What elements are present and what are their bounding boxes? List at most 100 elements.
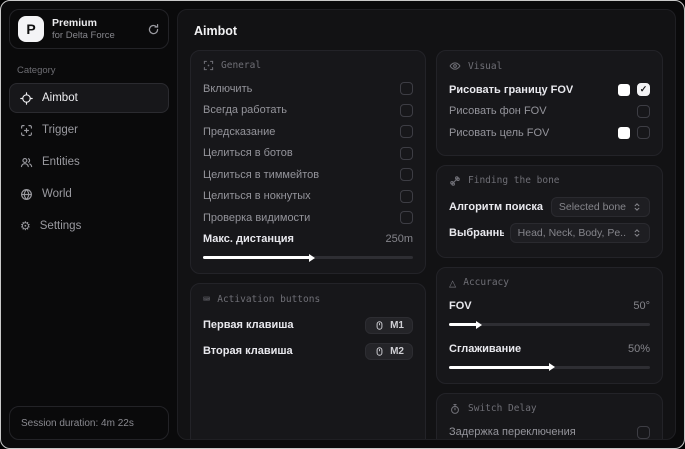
checkbox-always-work[interactable] bbox=[400, 103, 413, 117]
slider-value: 250m bbox=[385, 233, 413, 246]
session-duration: Session duration: 4m 22s bbox=[9, 406, 169, 440]
app-logo: P bbox=[18, 16, 44, 42]
sidebar-nav: Aimbot Trigger Entities World ⚙ Settings bbox=[9, 83, 169, 241]
triangle-icon: △ bbox=[449, 275, 457, 290]
app-window: P Premium for Delta Force Category Aimbo… bbox=[0, 0, 685, 449]
max-distance-slider[interactable] bbox=[203, 253, 413, 262]
setting-label: Первая клавиша bbox=[203, 319, 294, 331]
sidebar-item-trigger[interactable]: Trigger bbox=[9, 115, 169, 145]
setting-row: Вторая клавиша M2 bbox=[203, 338, 413, 364]
card-title: Switch Delay bbox=[468, 403, 537, 414]
selected-value: Selected bone bbox=[558, 200, 626, 213]
card-title: Visual bbox=[468, 60, 503, 72]
checkbox-draw-fov-background[interactable] bbox=[637, 104, 650, 118]
checkbox-target-bots[interactable] bbox=[400, 146, 413, 160]
card-title: General bbox=[221, 60, 262, 71]
stopwatch-icon bbox=[449, 403, 461, 415]
crosshair-icon bbox=[20, 91, 33, 105]
sidebar: P Premium for Delta Force Category Aimbo… bbox=[1, 1, 177, 448]
logo-card: P Premium for Delta Force bbox=[9, 9, 169, 49]
sidebar-item-label: World bbox=[42, 188, 72, 200]
setting-label: FOV bbox=[449, 300, 472, 313]
card-visual: Visual Рисовать границу FOV Рисовать фон… bbox=[436, 50, 663, 156]
setting-label: Целиться в ботов bbox=[203, 147, 293, 160]
setting-row: Рисовать фон FOV bbox=[449, 101, 650, 123]
setting-row: Алгоритм поиска костей Selected bone bbox=[449, 194, 650, 220]
setting-row: Целиться в ботов bbox=[203, 143, 413, 165]
unfold-icon bbox=[632, 202, 642, 212]
sidebar-item-world[interactable]: World bbox=[9, 179, 169, 209]
checkbox-visibility-check[interactable] bbox=[400, 211, 413, 225]
setting-row: Сглаживание 50% bbox=[449, 338, 650, 360]
card-switch-delay: Switch Delay Задержка переключения Задер… bbox=[436, 392, 663, 440]
checkbox-enable[interactable] bbox=[400, 82, 413, 96]
unfold-icon bbox=[632, 228, 642, 238]
checkbox-draw-fov-border[interactable] bbox=[637, 83, 650, 97]
fov-border-color-swatch[interactable] bbox=[618, 83, 630, 96]
card-title: Finding the bone bbox=[468, 175, 560, 186]
sidebar-item-label: Trigger bbox=[42, 124, 78, 136]
selected-bones-select[interactable]: Head, Neck, Body, Pe.. bbox=[509, 222, 650, 243]
setting-label: Рисовать границу FOV bbox=[449, 83, 574, 96]
entities-icon bbox=[20, 156, 33, 169]
checkbox-switch-delay[interactable] bbox=[637, 425, 650, 439]
setting-row: Включить bbox=[203, 78, 413, 100]
sidebar-item-entities[interactable]: Entities bbox=[9, 147, 169, 177]
setting-label: Вторая клавиша bbox=[203, 345, 293, 357]
setting-row: FOV 50° bbox=[449, 296, 650, 318]
refresh-icon[interactable] bbox=[147, 23, 160, 36]
setting-label: Проверка видимости bbox=[203, 211, 311, 224]
checkbox-target-teammates[interactable] bbox=[400, 168, 413, 182]
sidebar-item-label: Aimbot bbox=[42, 92, 78, 104]
fov-target-color-swatch[interactable] bbox=[618, 126, 630, 139]
globe-icon bbox=[20, 188, 33, 201]
keybind-secondary-button[interactable]: M2 bbox=[365, 342, 413, 360]
category-label: Category bbox=[17, 65, 56, 76]
card-title: Activation buttons bbox=[217, 293, 321, 305]
setting-label: Задержка переключения bbox=[449, 426, 576, 439]
card-activation-buttons: ⌨ Activation buttons Первая клавиша M1 В… bbox=[190, 283, 426, 439]
setting-label: Макс. дистанция bbox=[203, 233, 294, 246]
card-accuracy: △ Accuracy FOV 50° Сглаживание 50% bbox=[436, 266, 663, 384]
setting-label: Рисовать цель FOV bbox=[449, 126, 550, 139]
card-finding-bone: Finding the bone Алгоритм поиска костей … bbox=[436, 164, 663, 258]
page-title: Aimbot bbox=[194, 24, 238, 38]
setting-label: Всегда работать bbox=[203, 104, 288, 117]
setting-label: Включить bbox=[203, 82, 253, 95]
sidebar-item-label: Entities bbox=[42, 156, 80, 168]
checkbox-prediction[interactable] bbox=[400, 125, 413, 139]
keybind-primary-button[interactable]: M1 bbox=[365, 316, 413, 334]
slider-value: 50% bbox=[627, 342, 650, 355]
mouse-icon bbox=[374, 346, 385, 357]
setting-row: Предсказание bbox=[203, 121, 413, 143]
setting-row: Всегда работать bbox=[203, 100, 413, 122]
focus-icon bbox=[203, 60, 214, 71]
sidebar-item-settings[interactable]: ⚙ Settings bbox=[9, 211, 169, 241]
setting-row: Макс. дистанция 250m bbox=[203, 229, 413, 251]
app-title: Premium bbox=[52, 17, 97, 29]
card-general: General Включить Всегда работать Предска… bbox=[190, 50, 426, 274]
setting-label: Целиться в тиммейтов bbox=[203, 168, 320, 181]
sidebar-item-label: Settings bbox=[39, 220, 82, 232]
setting-row: Задержка переключения bbox=[449, 422, 650, 440]
slider-value: 50° bbox=[633, 300, 650, 313]
sidebar-item-aimbot[interactable]: Aimbot bbox=[9, 83, 169, 113]
trigger-icon bbox=[20, 124, 33, 137]
setting-row: Целиться в тиммейтов bbox=[203, 164, 413, 186]
keybind-label: M2 bbox=[390, 345, 404, 357]
setting-label: Предсказание bbox=[203, 125, 276, 138]
setting-label: Рисовать фон FOV bbox=[449, 105, 547, 118]
fov-slider[interactable] bbox=[449, 320, 650, 329]
setting-label: Целиться в нокнутых bbox=[203, 190, 311, 203]
setting-label: Выбранные кости bbox=[449, 226, 504, 239]
main-panel: Aimbot General Включить Всегда работать … bbox=[177, 9, 676, 440]
setting-row: Проверка видимости bbox=[203, 207, 413, 229]
card-title: Accuracy bbox=[463, 277, 509, 288]
bone-algorithm-select[interactable]: Selected bone bbox=[550, 196, 650, 217]
mouse-icon bbox=[374, 320, 385, 331]
checkbox-draw-fov-target[interactable] bbox=[637, 126, 650, 140]
smoothing-slider[interactable] bbox=[449, 363, 650, 372]
setting-row: Рисовать цель FOV bbox=[449, 122, 650, 144]
setting-label: Сглаживание bbox=[449, 342, 522, 355]
checkbox-target-knocked[interactable] bbox=[400, 189, 413, 203]
